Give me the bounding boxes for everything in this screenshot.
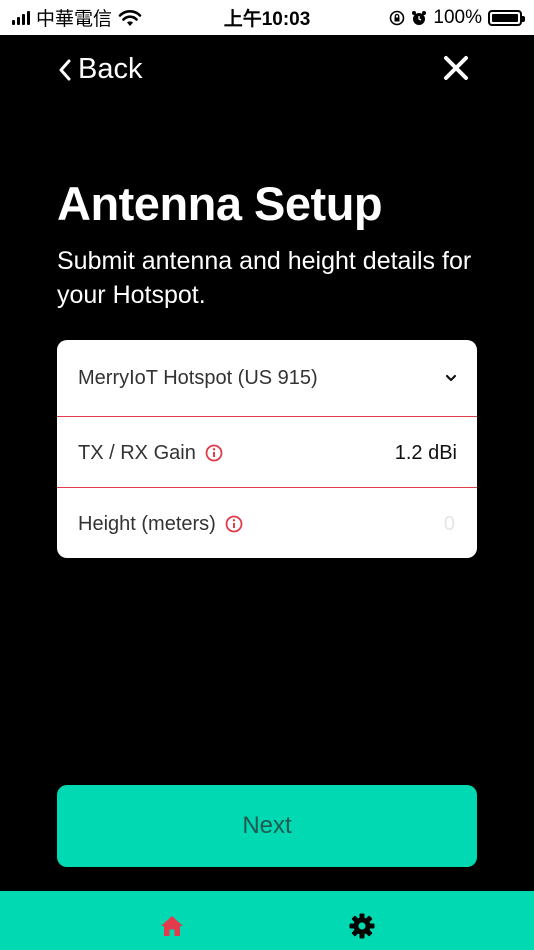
page-subtitle: Submit antenna and height details for yo…: [57, 247, 472, 309]
close-icon[interactable]: [443, 55, 469, 81]
back-button[interactable]: Back: [58, 53, 142, 86]
divider: [57, 416, 477, 417]
battery-percent: 100%: [433, 6, 482, 28]
gear-icon[interactable]: [349, 913, 375, 939]
height-label-group: Height (meters): [78, 513, 243, 536]
gain-label: TX / RX Gain: [78, 441, 196, 464]
home-icon[interactable]: [160, 915, 184, 937]
height-input[interactable]: [393, 511, 457, 537]
signal-icon: [12, 10, 30, 25]
height-row: Height (meters): [57, 489, 477, 558]
chevron-left-icon: [59, 59, 71, 80]
gain-row: TX / RX Gain 1.2 dBi: [57, 418, 477, 488]
status-left: 中華電信: [12, 4, 142, 31]
page-title: Antenna Setup: [57, 177, 383, 230]
chevron-down-icon: [445, 374, 457, 382]
rotation-lock-icon: [390, 10, 405, 25]
battery-icon: [488, 9, 525, 26]
divider: [57, 487, 477, 488]
battery-fill: [492, 13, 518, 22]
status-bar: 中華電信 上午10:03 100%: [0, 0, 534, 35]
antenna-form-card: MerryIoT Hotspot (US 915) TX / RX Gain 1…: [57, 340, 477, 558]
gain-value[interactable]: 1.2 dBi: [395, 442, 457, 465]
antenna-selected-value: MerryIoT Hotspot (US 915): [78, 366, 318, 389]
antenna-select[interactable]: MerryIoT Hotspot (US 915): [57, 343, 477, 413]
status-right: 100%: [389, 6, 525, 29]
wifi-icon: [118, 9, 142, 26]
back-label: Back: [78, 53, 143, 85]
tab-bar: [0, 891, 534, 950]
info-icon[interactable]: [225, 515, 243, 533]
height-label: Height (meters): [78, 512, 216, 535]
info-icon[interactable]: [205, 444, 223, 462]
next-button[interactable]: Next: [57, 785, 477, 867]
carrier-name: 中華電信: [36, 9, 113, 30]
alarm-icon: [412, 10, 427, 25]
gain-label-group: TX / RX Gain: [78, 442, 223, 465]
